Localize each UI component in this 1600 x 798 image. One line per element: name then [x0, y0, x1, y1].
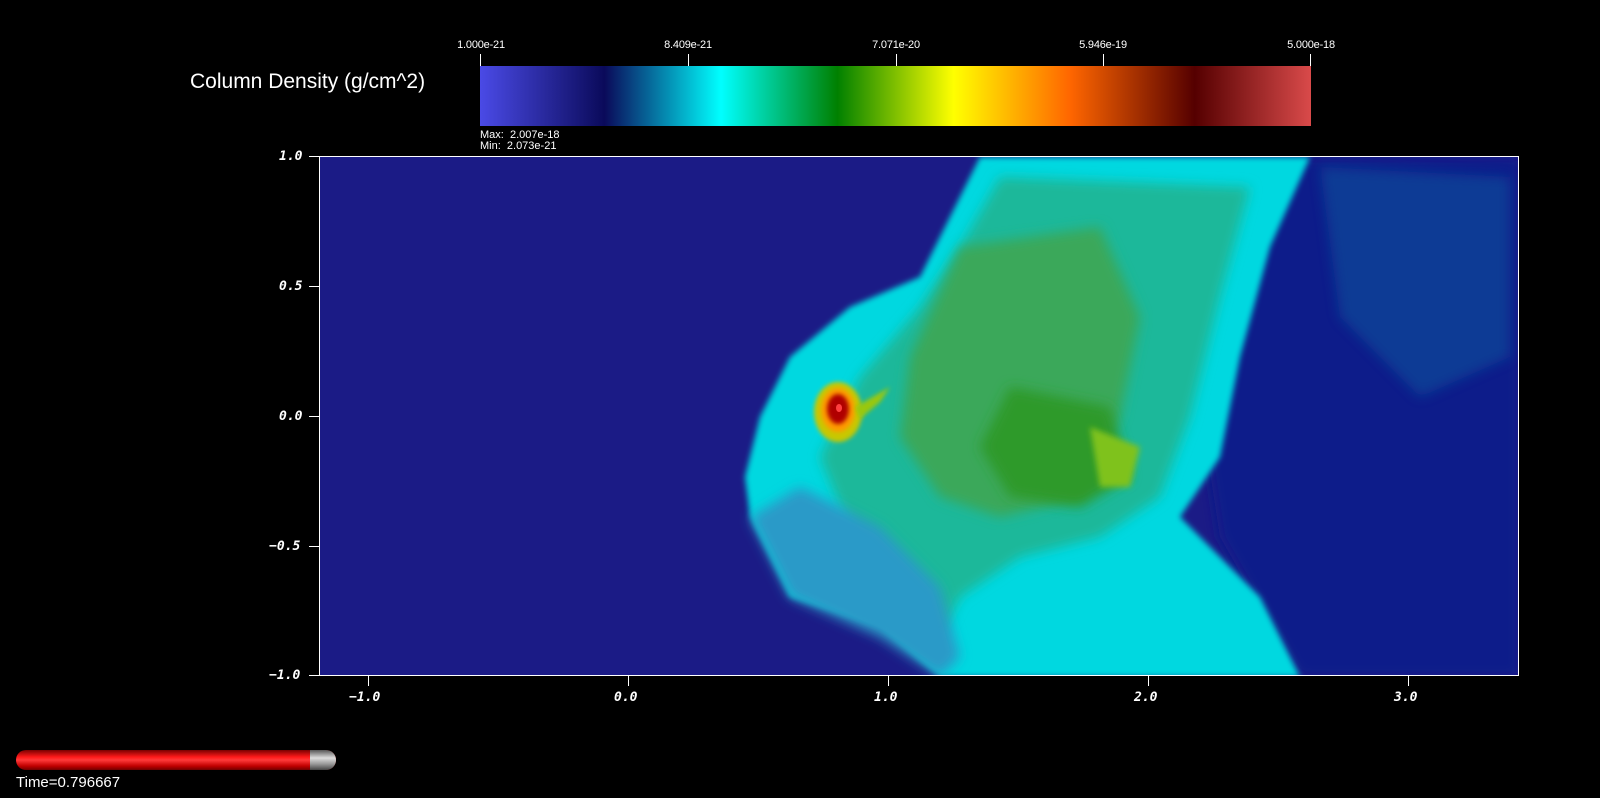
x-axis-tick — [1148, 676, 1149, 686]
colorbar-tick — [480, 54, 481, 66]
density-plot[interactable] — [319, 156, 1519, 676]
x-axis-label: 0.0 — [614, 690, 638, 705]
time-slider-handle[interactable] — [310, 750, 336, 770]
x-axis-tick — [1408, 676, 1409, 686]
x-axis-label: 3.0 — [1394, 690, 1418, 705]
x-axis-label: 2.0 — [1134, 690, 1158, 705]
y-axis-label: −0.5 — [269, 539, 301, 554]
colorbar-tick-label: 1.000e-21 — [457, 39, 505, 51]
colorbar-tick — [1103, 54, 1104, 66]
y-axis-label: 1.0 — [279, 149, 303, 164]
colorbar-tick — [688, 54, 689, 66]
colorbar-tick-label: 5.000e-18 — [1287, 39, 1335, 51]
y-axis-tick — [309, 675, 319, 676]
y-axis-tick — [309, 546, 319, 547]
colorbar-tick-label: 5.946e-19 — [1079, 39, 1127, 51]
x-axis-label: −1.0 — [349, 690, 381, 705]
x-axis-tick — [628, 676, 629, 686]
x-axis-tick — [888, 676, 889, 686]
y-axis-tick — [309, 416, 319, 417]
time-progress-bar[interactable] — [16, 750, 336, 770]
y-axis-label: 0.5 — [279, 279, 303, 294]
y-axis-label: 0.0 — [279, 409, 303, 424]
colorbar-tick-label: 8.409e-21 — [664, 39, 712, 51]
x-axis-tick — [368, 676, 369, 686]
density-field — [320, 157, 1518, 675]
min-value-label: Min: 2.073e-21 — [480, 140, 557, 152]
colorbar-tick — [1310, 54, 1311, 66]
colorbar-tick — [896, 54, 897, 66]
time-label: Time=0.796667 — [16, 774, 121, 791]
y-axis-label: −1.0 — [269, 668, 301, 683]
colorbar-title: Column Density (g/cm^2) — [190, 70, 426, 93]
y-axis-tick — [309, 156, 319, 157]
x-axis-label: 1.0 — [874, 690, 898, 705]
colorbar — [480, 66, 1311, 126]
y-axis-tick — [309, 286, 319, 287]
colorbar-tick-label: 7.071e-20 — [872, 39, 920, 51]
